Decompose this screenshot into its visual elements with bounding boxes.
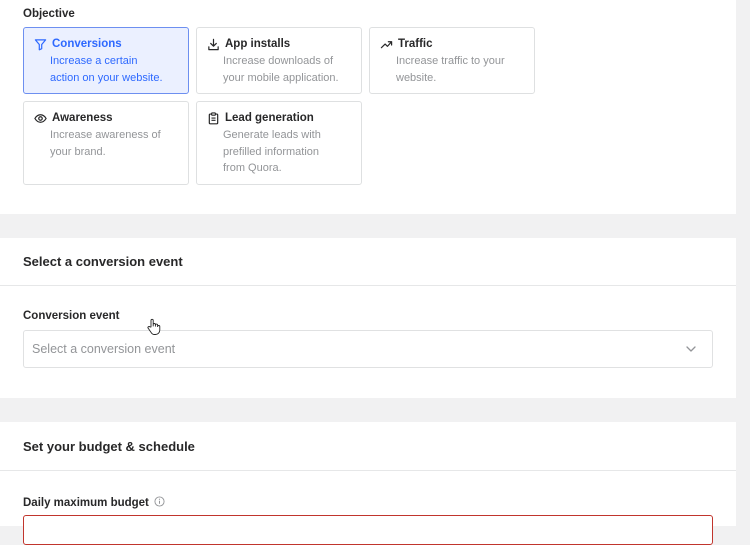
conversion-event-select[interactable]: Select a conversion event — [23, 330, 713, 368]
hand-cursor-icon — [147, 318, 161, 335]
clipboard-icon — [207, 111, 220, 125]
objective-card-conversions[interactable]: Conversions Increase a certain action on… — [23, 27, 189, 94]
conversion-section-title: Select a conversion event — [23, 254, 183, 269]
objective-card-desc: Increase downloads of your mobile applic… — [223, 55, 339, 84]
objective-card-title: App installs — [225, 38, 291, 50]
eye-icon — [34, 112, 47, 125]
objective-card-title: Lead generation — [225, 112, 314, 124]
info-icon[interactable] — [154, 496, 165, 507]
funnel-icon — [34, 38, 47, 51]
daily-budget-label: Daily maximum budget — [23, 496, 165, 509]
daily-budget-input[interactable] — [23, 515, 713, 545]
objective-card-desc: Increase traffic to your website. — [396, 55, 505, 84]
objective-card-title: Awareness — [52, 112, 113, 124]
section-divider — [0, 285, 736, 286]
conversion-event-panel: Select a conversion event Conversion eve… — [0, 238, 736, 398]
objective-card-desc: Generate leads with prefilled informatio… — [223, 129, 321, 174]
section-divider — [0, 470, 736, 471]
objective-card-awareness[interactable]: Awareness Increase awareness of your bra… — [23, 101, 189, 185]
objective-card-traffic[interactable]: Traffic Increase traffic to your website… — [369, 27, 535, 94]
conversion-event-placeholder: Select a conversion event — [32, 342, 176, 356]
objective-card-desc: Increase awareness of your brand. — [50, 129, 161, 158]
objective-card-title: Conversions — [52, 38, 122, 50]
conversion-event-label: Conversion event — [23, 310, 120, 322]
chevron-down-icon — [686, 346, 696, 352]
budget-section-title: Set your budget & schedule — [23, 439, 195, 454]
objective-card-desc: Increase a certain action on your websit… — [50, 55, 163, 84]
objective-card-app-installs[interactable]: App installs Increase downloads of your … — [196, 27, 362, 94]
objective-card-lead-generation[interactable]: Lead generation Generate leads with pref… — [196, 101, 362, 185]
objective-card-title: Traffic — [398, 38, 433, 50]
budget-schedule-panel: Set your budget & schedule Daily maximum… — [0, 422, 736, 545]
download-icon — [207, 38, 220, 51]
objective-panel: Objective Conversions Increase a certain… — [0, 0, 736, 214]
trending-up-icon — [380, 38, 393, 51]
objective-label: Objective — [23, 8, 75, 20]
